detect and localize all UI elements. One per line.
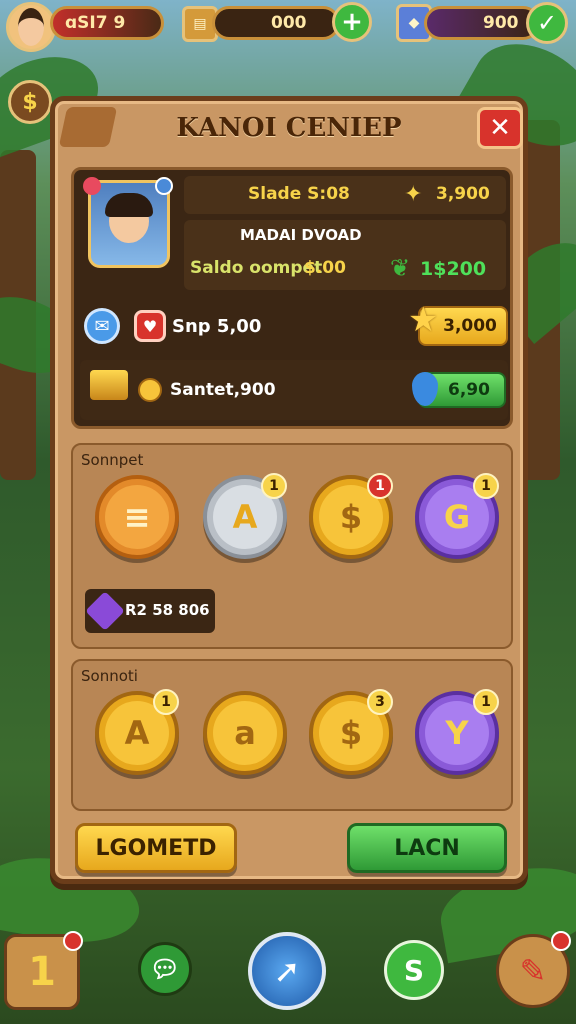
silver-coin-icon: A	[232, 498, 258, 536]
coin-section-2: Sonnoti A 1 a $ 3 Y 1	[71, 659, 513, 811]
heart-icon: ♥	[142, 316, 158, 336]
compass-icon: ➚	[273, 952, 301, 990]
chat-icon: 💬︎	[149, 955, 181, 983]
snp-label: Snp 5,00	[172, 316, 262, 337]
purple-tag: R2 58 806	[85, 589, 215, 633]
santet-label: Santet,900	[170, 380, 276, 400]
section2-title: Sonnoti	[81, 667, 138, 685]
sparkle-icon: ✦	[404, 182, 423, 207]
slade-label: Slade S:08	[248, 184, 350, 204]
section1-title: Sonnpet	[81, 451, 144, 469]
dollar-icon: $	[22, 89, 38, 115]
badge: 1	[153, 689, 179, 715]
badge: 1	[367, 473, 393, 499]
dollar-coin-icon: $	[339, 714, 363, 752]
dialog-title: KANOI CENIEP	[176, 113, 402, 143]
chat-button[interactable]: 💬︎	[138, 942, 192, 996]
close-button[interactable]: ✕	[477, 107, 523, 149]
coin-silver[interactable]: A 1	[203, 473, 287, 559]
check-button[interactable]: ✓	[526, 2, 568, 44]
purple-gem-icon	[85, 591, 125, 631]
notification-dot-icon	[551, 931, 571, 951]
player-avatar[interactable]	[6, 2, 56, 52]
coin-purple[interactable]: G 1	[415, 473, 499, 559]
energy-value: 000	[271, 13, 307, 33]
star-value-button[interactable]: ★ 3,000	[408, 300, 508, 346]
close-icon: ✕	[489, 113, 511, 143]
badge: 1	[473, 689, 499, 715]
top-bar: ɑSI7 9 ▤ 000 + ◆ 900 ✓	[0, 0, 576, 52]
coin-purple-y[interactable]: Y 1	[415, 689, 499, 775]
dollar-side-button[interactable]: $	[8, 80, 52, 124]
profile-box: Slade S:08 ✦ 3,900 MADAI DVOAD Saldo oom…	[71, 167, 513, 429]
avatar-hair-icon	[105, 193, 153, 217]
star-value: 3,000	[443, 316, 497, 336]
heart-button[interactable]: ♥	[134, 310, 166, 342]
check-icon: ✓	[536, 9, 558, 37]
left-action-button[interactable]: LGOMETD	[75, 823, 237, 873]
tools-button[interactable]: ✎	[496, 931, 571, 1008]
energy-counter: 000	[212, 6, 340, 40]
swirl-coin-icon: a	[234, 714, 256, 752]
bird-icon	[155, 177, 173, 195]
slade-row: Slade S:08 ✦ 3,900	[184, 176, 506, 214]
gem-value: 6,90	[448, 380, 490, 400]
plus-icon: +	[341, 7, 363, 37]
left-action-label: LGOMETD	[95, 835, 217, 861]
badge: 1	[473, 473, 499, 499]
gems-counter: 900	[424, 6, 540, 40]
badge: 1	[261, 473, 287, 499]
coin-gold-b[interactable]: a	[203, 691, 287, 775]
star-icon: ★	[408, 300, 439, 340]
lives-counter: ɑSI7 9	[50, 6, 164, 40]
shop-dialog: KANOI CENIEP ✕ Slade S:08 ✦ 3,900 MADAI …	[50, 96, 528, 884]
gold-bars-icon	[90, 370, 128, 400]
purple-coin-icon: G	[443, 498, 471, 536]
coin-section-1: Sonnpet ≡ A 1 $ 1 G 1 R2 58 806	[71, 443, 513, 649]
level-number: 1	[28, 949, 56, 995]
coin-icon	[138, 378, 162, 402]
gems-value: 900	[483, 13, 519, 33]
coin-gold[interactable]: $ 1	[309, 473, 393, 559]
notification-dot-icon	[63, 931, 83, 951]
right-action-button[interactable]: LACN	[347, 823, 507, 873]
flower-icon	[83, 177, 101, 195]
dollar-shop-label: S	[403, 953, 425, 987]
lives-value: ɑSI7 9	[65, 13, 126, 33]
plus-button[interactable]: +	[332, 2, 372, 42]
coin-gold-dollar[interactable]: $ 3	[309, 689, 393, 775]
saldo-label: Saldo oompet	[190, 258, 323, 278]
scroll-icon: ≡	[123, 498, 151, 536]
shield-gem-icon	[412, 372, 438, 406]
saldo-value: $.00	[304, 258, 346, 278]
dollar-shop-button[interactable]: S	[384, 940, 444, 1000]
dollar-coin-icon: $	[339, 498, 363, 536]
tools-icon: ✎	[519, 952, 547, 990]
compass-button[interactable]: ➚	[248, 932, 326, 1010]
purple-tag-value: R2 58 806	[125, 601, 210, 619]
level-button[interactable]: 1	[4, 931, 83, 1010]
badge: 3	[367, 689, 393, 715]
mail-icon: ✉	[94, 315, 110, 337]
green-value: 1$200	[420, 258, 487, 280]
letter-a-coin-icon: A	[124, 714, 150, 752]
profile-avatar	[83, 177, 173, 268]
right-action-label: LACN	[394, 835, 460, 861]
santet-row: Santet,900 6,90	[80, 360, 508, 420]
saldo-row: MADAI DVOAD Saldo oompet $.00 ❦ 1$200	[184, 220, 506, 290]
gem-value-button[interactable]: 6,90	[412, 372, 506, 408]
leaf-icon: ❦	[390, 254, 411, 282]
mail-button[interactable]: ✉	[84, 308, 120, 344]
slade-value: 3,900	[436, 184, 490, 204]
coin-gold-a[interactable]: A 1	[95, 689, 179, 775]
avatar-face-icon	[18, 8, 44, 46]
player-name: MADAI DVOAD	[240, 226, 362, 244]
letter-y-coin-icon: Y	[445, 714, 469, 752]
coin-orange[interactable]: ≡	[95, 475, 179, 559]
